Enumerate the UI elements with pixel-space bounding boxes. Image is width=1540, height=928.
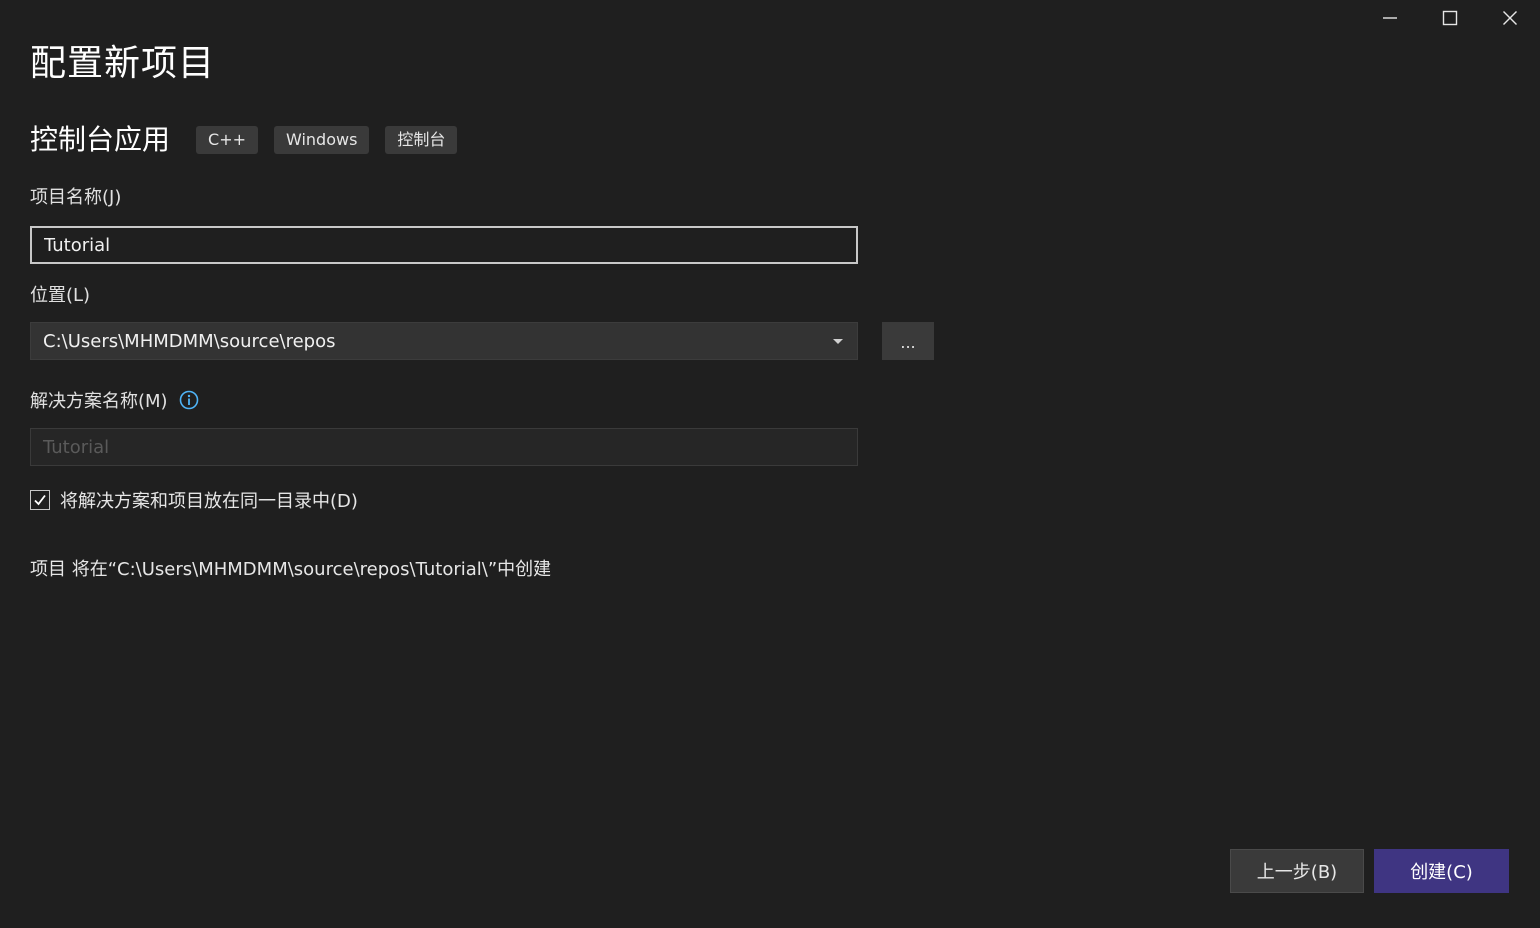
project-path-note: 项目 将在“C:\Users\MHMDMM\source\repos\Tutor… [30, 559, 552, 580]
project-name-input[interactable] [30, 226, 858, 264]
checkmark-icon [34, 494, 46, 506]
close-button[interactable] [1480, 0, 1540, 36]
same-directory-checkbox[interactable] [30, 490, 50, 510]
minimize-button[interactable] [1360, 0, 1420, 36]
location-combobox[interactable]: C:\Users\MHMDMM\source\repos [30, 322, 858, 360]
location-label: 位置(L) [30, 285, 91, 306]
solution-name-value: Tutorial [43, 436, 110, 458]
project-name-label: 项目名称(J) [30, 187, 122, 208]
chevron-down-icon[interactable] [833, 338, 843, 344]
browse-button[interactable]: ... [882, 322, 934, 360]
create-button[interactable]: 创建(C) [1374, 849, 1509, 893]
tag-cpp: C++ [196, 126, 258, 154]
tag-console: 控制台 [385, 126, 458, 154]
same-directory-label: 将解决方案和项目放在同一目录中(D) [60, 491, 358, 512]
maximize-button[interactable] [1420, 0, 1480, 36]
tag-windows: Windows [274, 126, 370, 154]
location-value: C:\Users\MHMDMM\source\repos [43, 330, 336, 352]
maximize-icon [1442, 10, 1458, 26]
solution-name-input: Tutorial [30, 428, 858, 466]
template-header: 控制台应用 C++ Windows 控制台 [30, 118, 473, 162]
info-icon[interactable] [179, 390, 199, 410]
minimize-icon [1383, 17, 1397, 19]
back-button[interactable]: 上一步(B) [1230, 849, 1364, 893]
same-directory-option[interactable]: 将解决方案和项目放在同一目录中(D) [30, 488, 358, 512]
solution-name-label-row: 解决方案名称(M) [30, 390, 199, 414]
close-icon [1503, 11, 1517, 25]
template-name: 控制台应用 [30, 123, 171, 156]
window-controls [1360, 0, 1540, 36]
solution-name-label: 解决方案名称(M) [30, 391, 168, 412]
page-title: 配置新项目 [30, 43, 216, 84]
